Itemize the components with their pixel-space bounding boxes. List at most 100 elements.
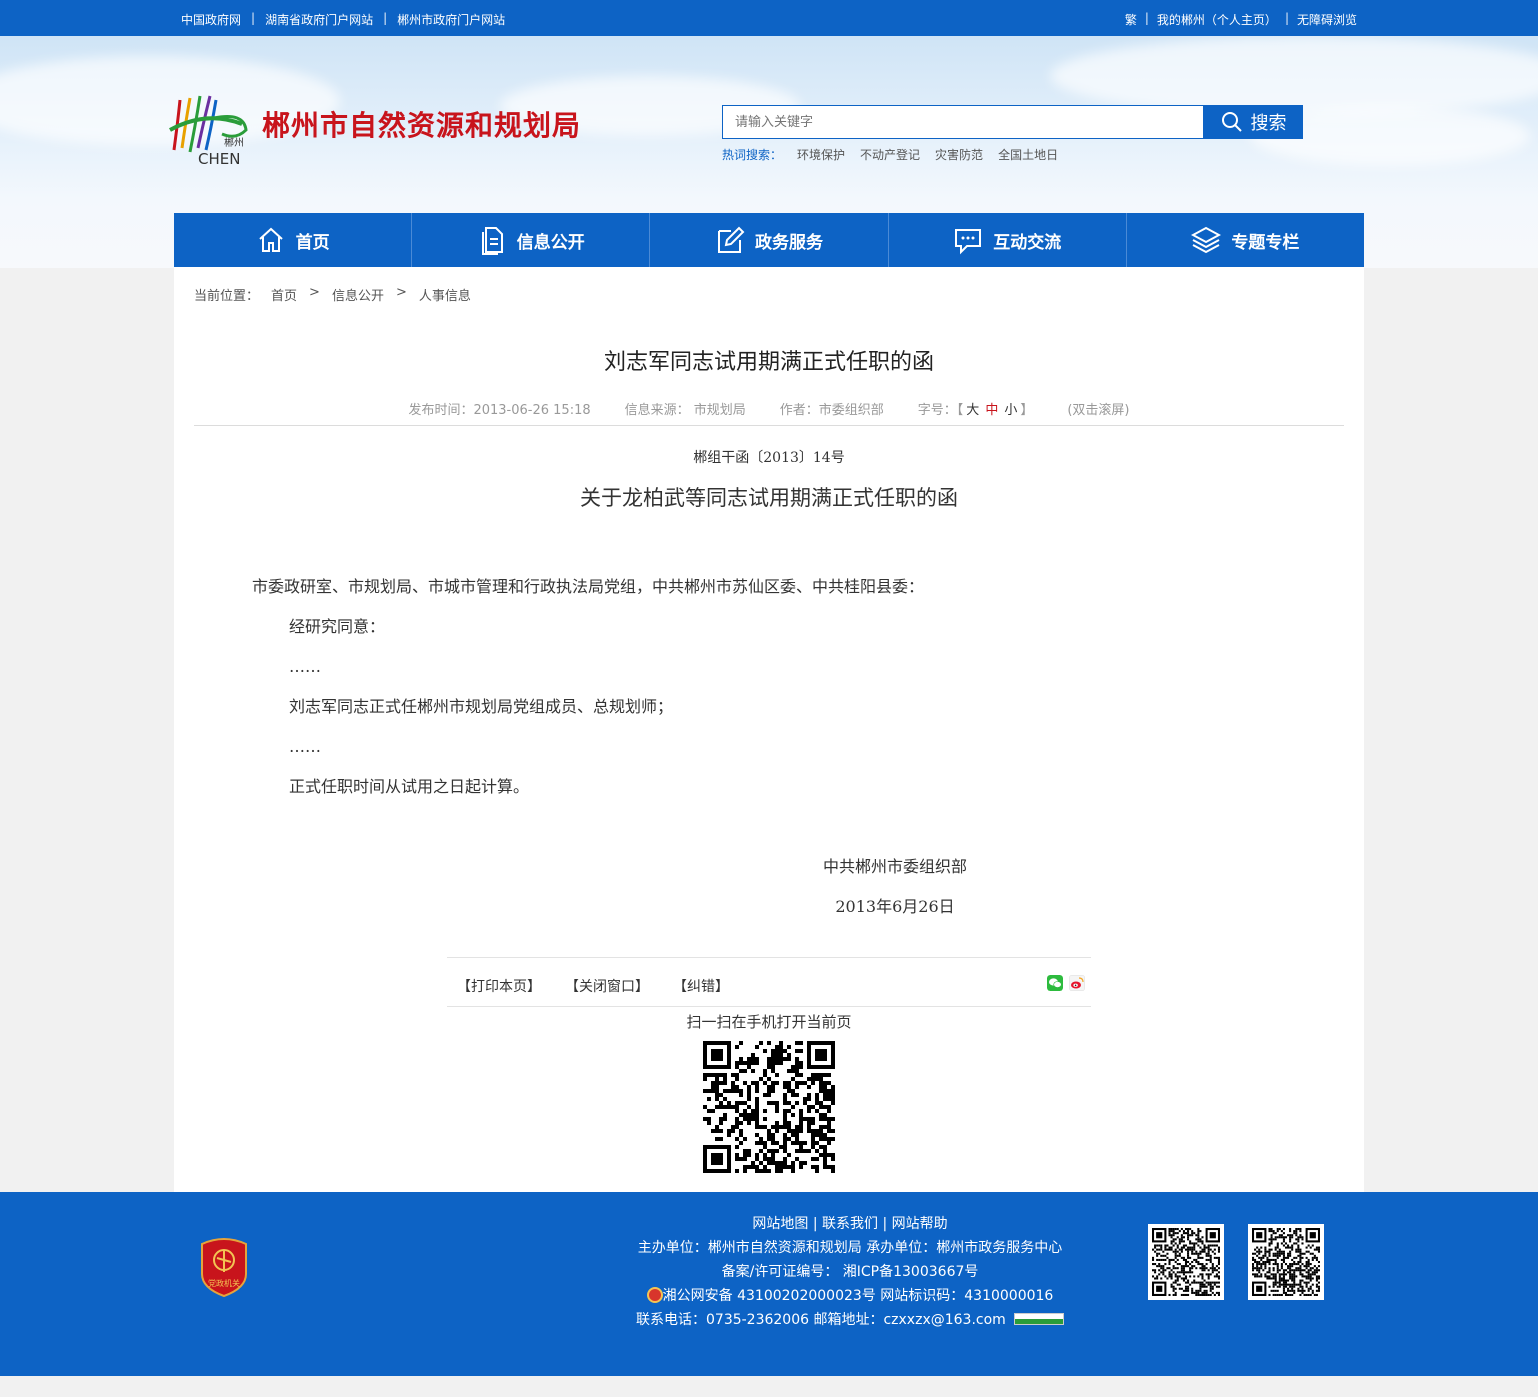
font-small-button[interactable]: 小 bbox=[1004, 403, 1017, 418]
main-nav: 首页 信息公开 政务服务 互动交流 专题专栏 bbox=[174, 213, 1364, 267]
footer-qr-wechat bbox=[1148, 1224, 1224, 1300]
signature: 中共郴州市委组织部 bbox=[822, 857, 967, 876]
cloud-decoration bbox=[1050, 36, 1538, 116]
link-chenzhou-gov[interactable]: 郴州市政府门户网站 bbox=[397, 11, 505, 28]
footer-qr-app bbox=[1248, 1224, 1324, 1300]
footer-contact: 联系电话：0735-2362006 邮箱地址：czxxzx@163.com bbox=[636, 1312, 1006, 1328]
wechat-icon[interactable] bbox=[1047, 975, 1063, 991]
print-button[interactable]: 【打印本页】 bbox=[457, 976, 541, 996]
breadcrumb-home[interactable]: 首页 bbox=[271, 285, 297, 304]
weibo-icon[interactable] bbox=[1069, 975, 1085, 991]
police-badge-icon bbox=[646, 1287, 663, 1303]
layers-icon bbox=[1191, 226, 1222, 254]
font-size-label: 字号：【 bbox=[917, 403, 964, 418]
content-panel: 当前位置： 首页 > 信息公开 > 人事信息 刘志军同志试用期满正式任职的函 发… bbox=[174, 267, 1364, 1192]
share-buttons bbox=[1047, 975, 1085, 991]
svg-text:郴州: 郴州 bbox=[224, 136, 244, 149]
bottom-strip bbox=[0, 1376, 1538, 1397]
paragraph: …… bbox=[289, 657, 321, 676]
wechat-qr-code bbox=[1152, 1228, 1220, 1296]
paragraph: …… bbox=[289, 737, 321, 756]
utility-links: 繁 | 我的郴州（个人主页） | 无障碍浏览 bbox=[1125, 11, 1357, 28]
top-bar: 中国政府网 | 湖南省政府门户网站 | 郴州市政府门户网站 繁 | 我的郴州（个… bbox=[0, 0, 1538, 36]
footer-police-text: 湘公网安备 43100202000023号 网站标识码：4310000016 bbox=[662, 1288, 1054, 1304]
link-china-gov[interactable]: 中国政府网 bbox=[181, 11, 241, 28]
breadcrumb-info-public[interactable]: 信息公开 bbox=[332, 285, 384, 304]
document-icon bbox=[481, 227, 503, 255]
paragraph: 刘志军同志正式任郴州市规划局党组成员、总规划师； bbox=[289, 697, 674, 716]
search-button[interactable]: 搜索 bbox=[1204, 105, 1303, 139]
font-medium-button[interactable]: 中 bbox=[985, 403, 998, 418]
edit-icon bbox=[718, 226, 745, 253]
breadcrumb-personnel[interactable]: 人事信息 bbox=[419, 285, 471, 304]
traditional-chinese-link[interactable]: 繁 bbox=[1125, 11, 1137, 28]
correct-error-button[interactable]: 【纠错】 bbox=[673, 976, 729, 996]
hot-word-link[interactable]: 环境保护 bbox=[797, 146, 845, 163]
document-number: 郴组干函〔2013〕14号 bbox=[693, 450, 845, 466]
article-body: 市委政研室、市规划局、市城市管理和行政执法局党组，中共郴州市苏仙区委、中共桂阳县… bbox=[252, 567, 924, 807]
app-qr-code bbox=[1252, 1228, 1320, 1296]
breadcrumb-separator: > bbox=[309, 285, 320, 300]
my-chenzhou-link[interactable]: 我的郴州（个人主页） bbox=[1157, 11, 1277, 28]
nav-label: 首页 bbox=[295, 232, 330, 253]
font-large-button[interactable]: 大 bbox=[966, 403, 979, 418]
accessibility-link[interactable]: 无障碍浏览 bbox=[1297, 11, 1357, 28]
nav-label: 专题专栏 bbox=[1231, 232, 1300, 253]
separator: | bbox=[1144, 11, 1149, 25]
search-input[interactable] bbox=[723, 106, 1203, 138]
hot-word-link[interactable]: 不动产登记 bbox=[860, 146, 920, 163]
separator: | bbox=[1284, 11, 1289, 25]
cnzz-badge-icon[interactable] bbox=[1014, 1313, 1065, 1325]
info-source: 信息来源： 市规划局 bbox=[624, 403, 746, 418]
hot-search-label: 热词搜索： bbox=[722, 148, 783, 162]
author: 作者：市委组织部 bbox=[779, 403, 884, 418]
double-click-scroll[interactable]: (双击滚屏) bbox=[1067, 399, 1129, 418]
footer-police: 湘公网安备 43100202000023号 网站标识码：4310000016 bbox=[636, 1284, 1064, 1308]
nav-item-services[interactable]: 政务服务 bbox=[650, 213, 889, 267]
hot-word-link[interactable]: 全国土地日 bbox=[998, 146, 1058, 163]
search-icon bbox=[1221, 112, 1242, 132]
chenzhou-logo-icon[interactable]: 郴州 CHEN bbox=[166, 90, 252, 168]
article-tools: 【打印本页】 【关闭窗口】 【纠错】 bbox=[447, 957, 1091, 1007]
nav-label: 政务服务 bbox=[755, 232, 823, 253]
breadcrumb-prefix: 当前位置： bbox=[194, 289, 260, 304]
font-size-control: 字号：【大中小】 bbox=[918, 399, 1034, 418]
article-title: 刘志军同志试用期满正式任职的函 bbox=[603, 350, 934, 375]
svg-text:党政机关: 党政机关 bbox=[208, 1278, 240, 1288]
footer-icp[interactable]: 备案/许可证编号： 湘ICP备13003667号 bbox=[636, 1260, 1064, 1284]
footer-info: 网站地图 | 联系我们 | 网站帮助 主办单位：郴州市自然资源和规划局 承办单位… bbox=[636, 1212, 1065, 1332]
signature-block: 中共郴州市委组织部 2013年6月26日 bbox=[810, 847, 980, 927]
svg-text:CHEN: CHEN bbox=[198, 150, 240, 168]
footer-links[interactable]: 网站地图 | 联系我们 | 网站帮助 bbox=[636, 1212, 1064, 1236]
nav-label: 互动交流 bbox=[993, 232, 1062, 253]
article-meta: 发布时间：2013-06-26 15:18 信息来源： 市规划局 作者：市委组织… bbox=[174, 399, 1364, 418]
site-footer: 党政机关 网站地图 | 联系我们 | 网站帮助 主办单位：郴州市自然资源和规划局… bbox=[0, 1192, 1538, 1376]
divider bbox=[194, 425, 1344, 426]
close-window-button[interactable]: 【关闭窗口】 bbox=[565, 976, 649, 996]
qr-caption: 扫一扫在手机打开当前页 bbox=[686, 1013, 852, 1031]
site-title: 郴州市自然资源和规划局 bbox=[262, 109, 582, 142]
paragraph: 经研究同意： bbox=[289, 617, 386, 636]
paragraph: 正式任职时间从试用之日起计算。 bbox=[289, 777, 530, 796]
link-hunan-gov[interactable]: 湖南省政府门户网站 bbox=[265, 11, 373, 28]
document-title: 关于龙柏武等同志试用期满正式任职的函 bbox=[580, 486, 958, 510]
search-button-label: 搜索 bbox=[1250, 113, 1287, 134]
nav-item-interaction[interactable]: 互动交流 bbox=[889, 213, 1127, 267]
signature-date: 2013年6月26日 bbox=[835, 897, 955, 916]
tool-links: 【打印本页】 【关闭窗口】 【纠错】 bbox=[457, 976, 729, 996]
breadcrumb: 当前位置： 首页 > 信息公开 > 人事信息 bbox=[194, 285, 471, 304]
nav-item-home[interactable]: 首页 bbox=[174, 213, 413, 267]
footer-contact-row: 联系电话：0735-2362006 邮箱地址：czxxzx@163.com bbox=[636, 1308, 1065, 1332]
hot-search: 热词搜索： 环境保护 不动产登记 灾害防范 全国土地日 bbox=[722, 146, 1058, 163]
hot-word-link[interactable]: 灾害防范 bbox=[935, 146, 983, 163]
nav-item-info-public[interactable]: 信息公开 bbox=[412, 213, 651, 267]
search-box bbox=[722, 105, 1204, 139]
separator: | bbox=[383, 11, 388, 25]
nav-item-topics[interactable]: 专题专栏 bbox=[1127, 213, 1364, 267]
chat-icon bbox=[955, 229, 982, 255]
home-icon bbox=[258, 227, 283, 252]
publish-time: 发布时间：2013-06-26 15:18 bbox=[408, 403, 591, 418]
gov-links: 中国政府网 | 湖南省政府门户网站 | 郴州市政府门户网站 bbox=[181, 11, 505, 28]
salutation: 市委政研室、市规划局、市城市管理和行政执法局党组，中共郴州市苏仙区委、中共桂阳县… bbox=[252, 577, 925, 596]
party-gov-emblem-icon[interactable]: 党政机关 bbox=[198, 1236, 250, 1298]
